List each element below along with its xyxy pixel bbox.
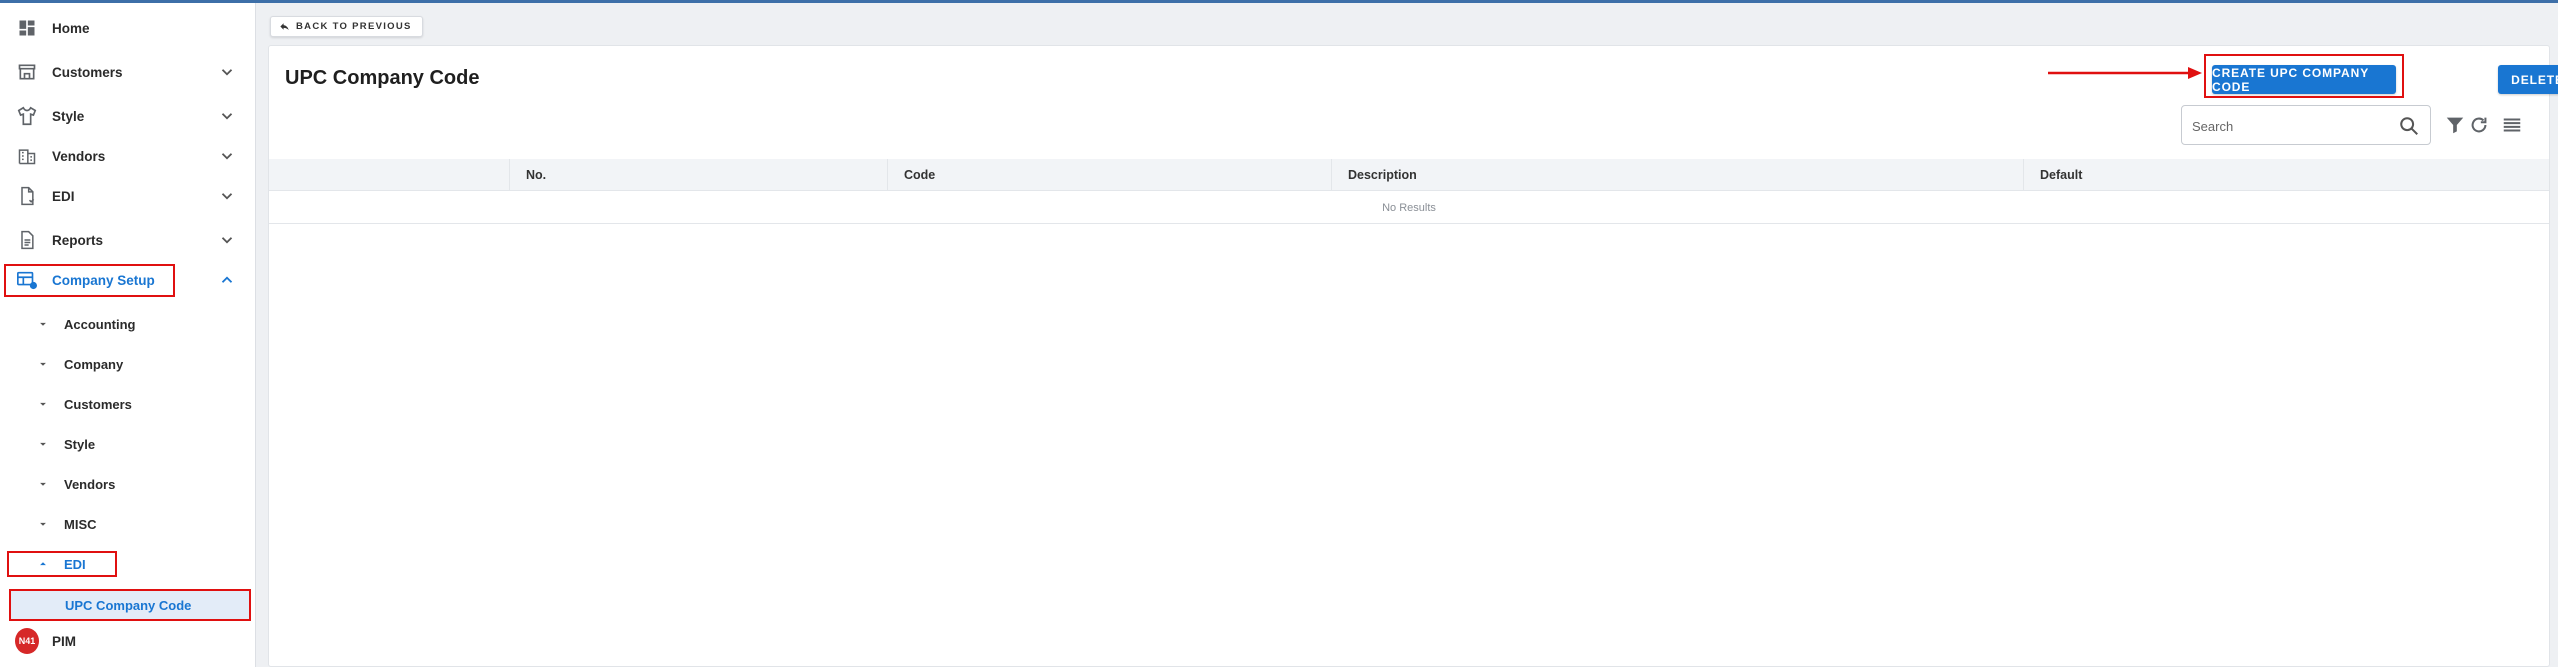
sidebar-item-style[interactable]: Style — [0, 96, 256, 136]
sidebar-item-label: Home — [52, 20, 90, 36]
sidebar-item-customers[interactable]: Customers — [0, 52, 256, 92]
sidebar-item-label: PIM — [52, 633, 77, 649]
top-accent-line — [0, 0, 2558, 3]
back-to-previous-button[interactable]: BACK TO PREVIOUS — [270, 16, 423, 37]
submenu-item-label: EDI — [64, 556, 86, 572]
sidebar-item-label: EDI — [52, 188, 75, 204]
chevron-down-icon — [221, 153, 233, 160]
sidebar-item-vendors[interactable]: Vendors — [0, 136, 256, 176]
chevron-down-icon — [221, 69, 233, 76]
submenu-item-misc[interactable]: MISC — [0, 506, 256, 542]
sidebar-item-label: Style — [52, 108, 85, 124]
search-input[interactable] — [2192, 116, 2382, 136]
company-setup-icon — [15, 268, 39, 292]
sidebar-item-label: Customers — [52, 64, 123, 80]
submenu-item-style[interactable]: Style — [0, 426, 256, 462]
caret-up-icon — [40, 562, 46, 566]
chevron-down-icon — [221, 113, 233, 120]
submenu-item-label: Vendors — [64, 476, 116, 492]
sidebar-item-reports[interactable]: Reports — [0, 220, 256, 260]
menu-icon[interactable] — [2501, 114, 2523, 136]
submenu-item-label: Company — [64, 356, 124, 372]
sidebar-item-pim[interactable]: N41 PIM — [0, 621, 256, 661]
submenu-item-edi[interactable]: EDI — [0, 546, 256, 582]
submenu-item-label: Accounting — [64, 316, 136, 332]
refresh-icon[interactable] — [2468, 114, 2490, 136]
sidebar-item-label: Vendors — [52, 148, 106, 164]
submenu-item-label: Style — [64, 436, 96, 452]
caret-down-icon — [40, 362, 46, 366]
page-title: UPC Company Code — [285, 67, 480, 89]
submenu-item-accounting[interactable]: Accounting — [0, 306, 256, 342]
submenu-item-label: Customers — [64, 396, 132, 412]
sidebar-item-company-setup[interactable]: Company Setup — [0, 260, 256, 300]
submenu-item-upc-company-code[interactable]: UPC Company Code — [10, 591, 250, 619]
column-header-code[interactable]: Code — [887, 159, 1331, 191]
pim-logo-icon: N41 — [15, 628, 39, 654]
submenu-item-label: MISC — [64, 516, 97, 532]
reply-arrow-icon — [280, 23, 289, 31]
report-icon — [15, 228, 39, 252]
main-panel: UPC Company Code CREATE UPC COMPANY CODE… — [268, 45, 2558, 667]
sidebar-item-edi[interactable]: EDI — [0, 176, 256, 216]
column-header-no[interactable]: No. — [509, 159, 887, 191]
filter-icon[interactable] — [2444, 114, 2466, 136]
sidebar-item-home[interactable]: Home — [0, 8, 256, 48]
search-field[interactable] — [2181, 105, 2431, 145]
delete-button[interactable]: DELETE — [2498, 65, 2558, 94]
submenu-item-company[interactable]: Company — [0, 346, 256, 382]
back-button-label: BACK TO PREVIOUS — [296, 21, 412, 32]
column-header-default[interactable]: Default — [2023, 159, 2549, 191]
table-header: No. Code Description Default — [269, 159, 2549, 191]
sidebar: Home Customers Style Vendors EDI Reports — [0, 3, 256, 667]
submenu-item-customers[interactable]: Customers — [0, 386, 256, 422]
caret-down-icon — [40, 442, 46, 446]
storefront-icon — [15, 60, 39, 84]
document-icon — [15, 184, 39, 208]
caret-down-icon — [40, 322, 46, 326]
sidebar-item-label: Company Setup — [52, 272, 155, 288]
create-upc-company-code-button[interactable]: CREATE UPC COMPANY CODE — [2212, 65, 2396, 94]
caret-down-icon — [40, 522, 46, 526]
submenu-item-vendors[interactable]: Vendors — [0, 466, 256, 502]
caret-down-icon — [40, 482, 46, 486]
dashboard-icon — [15, 16, 39, 40]
submenu-item-label: UPC Company Code — [65, 597, 192, 613]
annotation-arrow-icon — [2048, 67, 2202, 79]
shirt-icon — [15, 104, 39, 128]
search-icon[interactable] — [2398, 115, 2420, 137]
chevron-up-icon — [221, 276, 233, 283]
chevron-down-icon — [221, 237, 233, 244]
building-icon — [15, 144, 39, 168]
column-header-description[interactable]: Description — [1331, 159, 2023, 191]
empty-table-message: No Results — [269, 192, 2549, 224]
sidebar-item-label: Reports — [52, 232, 104, 248]
caret-down-icon — [40, 402, 46, 406]
chevron-down-icon — [221, 193, 233, 200]
